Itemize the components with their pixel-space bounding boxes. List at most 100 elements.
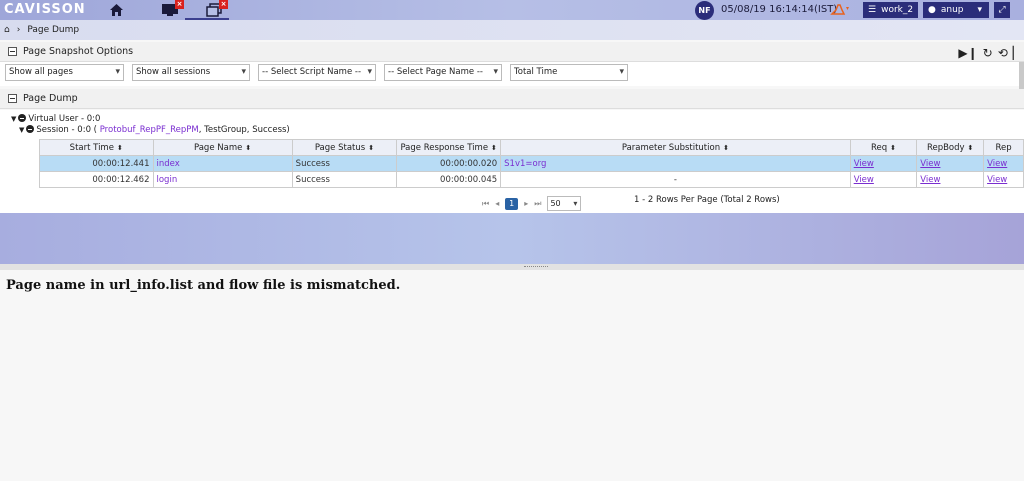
home-icon[interactable] xyxy=(108,2,124,18)
error-message: Page name in url_info.list and flow file… xyxy=(6,278,401,293)
close-badge-icon[interactable]: × xyxy=(219,0,228,9)
breadcrumb: ⌂ › Page Dump xyxy=(0,20,1024,40)
collapse-icon[interactable] xyxy=(8,47,17,56)
sort-icon[interactable]: ⬍ xyxy=(890,144,896,152)
table-row[interactable]: 00:00:12.441 index Success 00:00:00.020 … xyxy=(39,155,1024,172)
column-header[interactable]: Parameter Substitution ⬍ xyxy=(500,139,851,156)
req-view-link[interactable]: View xyxy=(854,175,874,185)
time-select[interactable]: Total Time xyxy=(510,64,628,81)
prev-page-icon[interactable]: ◂ xyxy=(495,199,499,208)
avatar[interactable]: NF xyxy=(695,1,714,20)
filter-bar: Show all pages Show all sessions -- Sele… xyxy=(0,62,1024,86)
page-dump-title: Page Dump xyxy=(23,93,78,104)
repbody-view-link[interactable]: View xyxy=(920,175,940,185)
page-name-cell[interactable]: index xyxy=(152,155,293,172)
param-substitution-cell: - xyxy=(500,171,851,188)
refresh-icon[interactable]: ↻ xyxy=(983,46,993,60)
collapse-icon[interactable] xyxy=(26,125,35,133)
table-row[interactable]: 00:00:12.462 login Success 00:00:00.045 … xyxy=(39,171,1024,188)
close-badge-icon[interactable]: × xyxy=(175,0,184,9)
first-page-icon[interactable]: ⏮ xyxy=(482,199,489,209)
pages-filter-select[interactable]: Show all pages xyxy=(5,64,124,81)
snapshot-options-header[interactable]: Page Snapshot Options ▶❙ ↻ ⟲ ▏ xyxy=(0,42,1024,62)
column-label: Page Response Time xyxy=(400,142,489,153)
workspace-button[interactable]: ☰ work_2 xyxy=(863,2,918,18)
column-label: Rep xyxy=(995,142,1012,153)
user-menu-button[interactable]: ● anup ▾ xyxy=(923,2,989,18)
tree-session[interactable]: ▼ Session - 0:0 ( Protobuf_RepPF_RepPM, T… xyxy=(19,125,290,135)
sort-icon[interactable]: ⬍ xyxy=(245,144,251,152)
column-label: RepBody xyxy=(926,142,965,153)
splitter-grip-icon[interactable] xyxy=(524,266,548,268)
script-name-select[interactable]: -- Select Script Name -- xyxy=(258,64,376,81)
last-page-icon[interactable]: ⏭ xyxy=(534,199,541,209)
pager-info: 1 - 2 Rows Per Page (Total 2 Rows) xyxy=(634,195,780,205)
virtual-user-label: Virtual User - 0:0 xyxy=(28,114,101,124)
play-next-icon[interactable]: ▶❙ xyxy=(958,46,977,60)
more-icon[interactable]: ▏ xyxy=(1013,46,1022,60)
param-substitution-cell[interactable]: S1v1=org xyxy=(500,155,851,172)
req-view-link[interactable]: View xyxy=(854,159,874,169)
workspace-label: work_2 xyxy=(881,5,914,15)
collapse-icon[interactable] xyxy=(18,114,27,122)
sort-icon[interactable]: ⬍ xyxy=(491,144,497,152)
column-label: Start Time xyxy=(69,142,114,153)
column-header[interactable]: RepBody ⬍ xyxy=(916,139,985,156)
sort-icon[interactable]: ⬍ xyxy=(117,144,123,152)
start-time-cell: 00:00:12.441 xyxy=(39,155,154,172)
scrollbar[interactable] xyxy=(1019,62,1024,92)
breadcrumb-current: Page Dump xyxy=(27,25,80,35)
monitor-icon[interactable]: × xyxy=(156,0,184,18)
list-icon: ☰ xyxy=(868,5,877,15)
page-size-select[interactable]: 50 xyxy=(547,196,582,211)
response-time-cell: 00:00:00.045 xyxy=(396,171,502,188)
column-header[interactable]: Page Status ⬍ xyxy=(291,139,398,156)
reset-icon[interactable]: ⟲ xyxy=(998,46,1008,60)
expand-icon[interactable]: ⤢ xyxy=(994,2,1010,18)
column-header[interactable]: Page Response Time ⬍ xyxy=(396,139,502,156)
column-header[interactable]: Req ⬍ xyxy=(849,139,918,156)
decorative-band xyxy=(0,213,1024,264)
next-page-icon[interactable]: ▸ xyxy=(524,199,528,208)
home-icon[interactable]: ⌂ xyxy=(4,25,10,35)
session-label-suffix: , TestGroup, Success) xyxy=(198,125,290,135)
sessions-filter-select[interactable]: Show all sessions xyxy=(132,64,250,81)
table-header-row: Start Time ⬍ Page Name ⬍ Page Status ⬍ Page… xyxy=(39,139,1024,156)
sort-icon[interactable]: ⬍ xyxy=(968,144,974,152)
rep-view-link[interactable]: View xyxy=(987,175,1007,185)
response-time-cell: 00:00:00.020 xyxy=(396,155,502,172)
column-header[interactable]: Page Name ⬍ xyxy=(152,139,293,156)
column-header[interactable]: Rep xyxy=(983,139,1024,156)
column-label: Page Name xyxy=(193,142,243,153)
session-script-link[interactable]: Protobuf_RepPF_RepPM xyxy=(100,125,199,135)
current-page-button[interactable]: 1 xyxy=(505,197,519,210)
alert-icon[interactable] xyxy=(830,2,852,18)
rep-view-link[interactable]: View xyxy=(987,159,1007,169)
top-bar: CAVISSON × × NF 05/08/19 16:14:14(IST) ☰… xyxy=(0,0,1024,20)
collapse-icon[interactable] xyxy=(8,94,17,103)
chevron-down-icon: ▾ xyxy=(977,5,983,15)
windows-icon[interactable]: × xyxy=(200,0,228,18)
expand-arrow-icon[interactable]: ▼ xyxy=(11,115,16,123)
repbody-view-link[interactable]: View xyxy=(920,159,940,169)
column-label: Parameter Substitution xyxy=(621,142,721,153)
sort-icon[interactable]: ⬍ xyxy=(368,144,374,152)
page-name-cell[interactable]: login xyxy=(152,171,293,188)
page-dump-table: Start Time ⬍ Page Name ⬍ Page Status ⬍ Page… xyxy=(39,139,1024,188)
tree-virtual-user[interactable]: ▼ Virtual User - 0:0 xyxy=(11,114,100,124)
column-label: Page Status xyxy=(314,142,366,153)
page-dump-header[interactable]: Page Dump xyxy=(0,89,1024,109)
chevron-right-icon: › xyxy=(16,25,21,35)
datetime: 05/08/19 16:14:14(IST) xyxy=(721,4,838,15)
column-header[interactable]: Start Time ⬍ xyxy=(39,139,154,156)
page-name-select[interactable]: -- Select Page Name -- xyxy=(384,64,502,81)
start-time-cell: 00:00:12.462 xyxy=(39,171,154,188)
sort-icon[interactable]: ⬍ xyxy=(723,144,729,152)
splitter[interactable] xyxy=(0,264,1024,270)
cavisson-logo: CAVISSON xyxy=(4,2,86,17)
page-status-cell: Success xyxy=(291,155,398,172)
session-label-prefix: Session - 0:0 ( xyxy=(36,125,100,135)
snapshot-options-title: Page Snapshot Options xyxy=(23,46,134,57)
column-label: Req xyxy=(870,142,888,153)
expand-arrow-icon[interactable]: ▼ xyxy=(19,126,24,134)
